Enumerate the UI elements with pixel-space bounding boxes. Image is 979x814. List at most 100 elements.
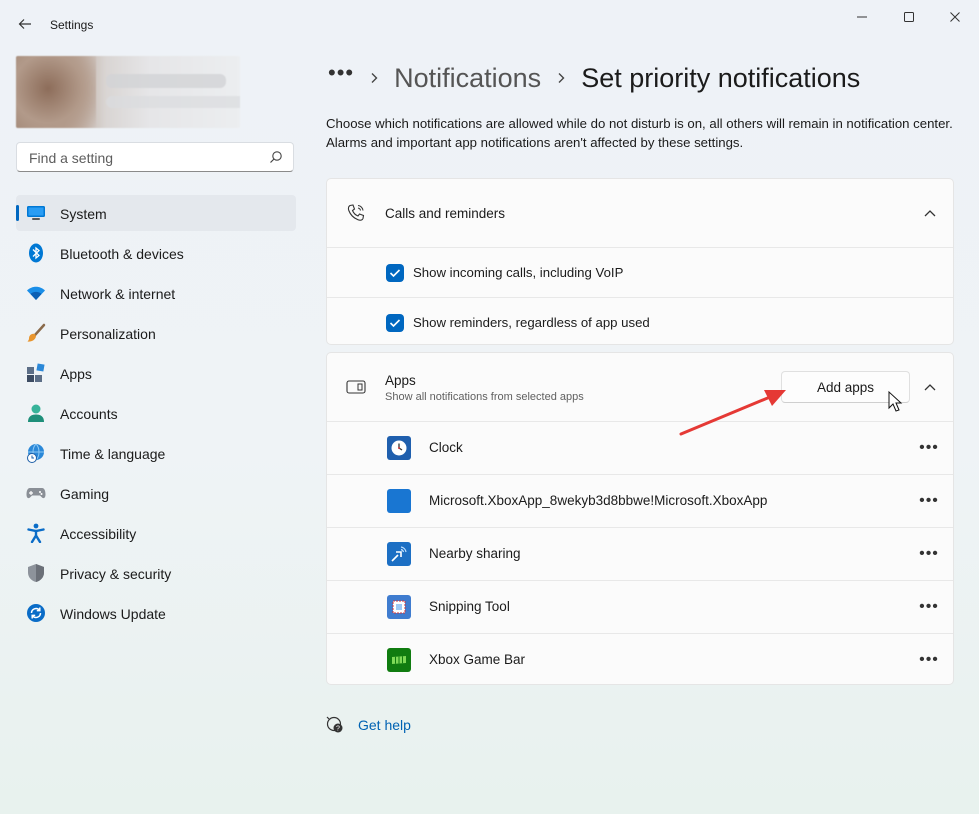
system-icon: [26, 203, 46, 223]
list-item: Xbox Game Bar •••: [327, 633, 953, 684]
calls-reminders-card: Calls and reminders Show incoming calls,…: [326, 178, 954, 345]
apps-title: Apps: [385, 373, 416, 388]
sidebar-item-label: System: [60, 206, 107, 222]
avatar: [16, 56, 96, 128]
back-button[interactable]: [12, 12, 38, 36]
apps-subtitle: Show all notifications from selected app…: [385, 391, 584, 403]
clock-icon: [387, 436, 411, 460]
more-options-button[interactable]: •••: [917, 544, 941, 564]
sidebar-item-label: Privacy & security: [60, 566, 172, 582]
bluetooth-icon: [26, 243, 46, 263]
app-name: Xbox Game Bar: [429, 652, 526, 667]
sidebar-item-accounts[interactable]: Accounts: [16, 395, 296, 431]
sidebar-item-gaming[interactable]: Gaming: [16, 475, 296, 511]
incoming-calls-option: Show incoming calls, including VoIP: [327, 247, 953, 297]
title-bar: Settings: [0, 0, 979, 48]
xbox-game-bar-icon: [387, 648, 411, 672]
sidebar-item-time-language[interactable]: Time & language: [16, 435, 296, 471]
sidebar-item-privacy[interactable]: Privacy & security: [16, 555, 296, 591]
more-options-button[interactable]: •••: [917, 597, 941, 617]
page-description: Choose which notifications are allowed w…: [326, 116, 953, 150]
app-name: Snipping Tool: [429, 599, 510, 614]
chevron-up-icon[interactable]: [923, 206, 937, 220]
more-options-button[interactable]: •••: [917, 491, 941, 511]
breadcrumb-overflow-button[interactable]: •••: [328, 60, 354, 86]
sidebar-item-label: Windows Update: [60, 606, 166, 622]
incoming-calls-checkbox[interactable]: [386, 264, 404, 282]
app-title: Settings: [50, 18, 94, 32]
user-profile[interactable]: [16, 56, 240, 128]
incoming-calls-label: Show incoming calls, including VoIP: [413, 265, 624, 280]
wifi-icon: [26, 283, 46, 303]
sidebar-item-label: Bluetooth & devices: [60, 246, 184, 262]
gamepad-icon: [26, 483, 46, 503]
more-options-button[interactable]: •••: [917, 650, 941, 670]
more-options-button[interactable]: •••: [917, 438, 941, 458]
sidebar-item-label: Apps: [60, 366, 92, 382]
app-name: Clock: [429, 440, 463, 455]
sidebar-item-network[interactable]: Network & internet: [16, 275, 296, 311]
sidebar-item-label: Accounts: [60, 406, 118, 422]
maximize-button[interactable]: [892, 6, 926, 28]
get-help-link[interactable]: ? Get help: [326, 716, 411, 734]
back-arrow-icon: [18, 19, 31, 29]
app-name: Nearby sharing: [429, 546, 521, 561]
sidebar-item-label: Gaming: [60, 486, 110, 502]
brush-icon: [26, 323, 46, 343]
reminders-option: Show reminders, regardless of app used: [327, 297, 953, 344]
calls-reminders-title: Calls and reminders: [385, 206, 506, 221]
maximize-icon: [904, 12, 914, 22]
calls-reminders-header[interactable]: Calls and reminders: [327, 179, 953, 247]
chevron-right-icon: [558, 73, 565, 83]
add-apps-button[interactable]: Add apps: [781, 371, 910, 403]
minimize-button[interactable]: [845, 6, 879, 28]
update-icon: [26, 603, 46, 623]
search-box[interactable]: [16, 142, 294, 172]
accessibility-icon: [26, 523, 46, 543]
sidebar-item-apps[interactable]: Apps: [16, 355, 296, 391]
profile-email-blurred: [106, 96, 240, 108]
reminders-checkbox[interactable]: [386, 314, 404, 332]
svg-text:?: ?: [336, 726, 340, 733]
nearby-sharing-icon: [387, 542, 411, 566]
xbox-app-icon: [387, 489, 411, 513]
get-help-label: Get help: [358, 717, 411, 733]
globe-clock-icon: [26, 443, 46, 463]
sidebar-item-label: Accessibility: [60, 526, 137, 542]
reminders-label: Show reminders, regardless of app used: [413, 315, 650, 330]
app-window-icon: [345, 376, 367, 398]
list-item: Clock •••: [327, 421, 953, 474]
sidebar-item-label: Network & internet: [60, 286, 176, 302]
close-icon: [950, 12, 960, 22]
list-item: Microsoft.XboxApp_8wekyb3d8bbwe!Microsof…: [327, 474, 953, 527]
snipping-tool-icon: [387, 595, 411, 619]
minimize-icon: [857, 16, 867, 18]
sidebar-item-system[interactable]: System: [16, 195, 296, 231]
page-title: Set priority notifications: [581, 62, 861, 93]
search-icon[interactable]: [269, 150, 283, 164]
phone-call-icon: [345, 202, 367, 224]
close-button[interactable]: [938, 6, 972, 28]
apps-header[interactable]: Apps Show all notifications from selecte…: [327, 353, 953, 421]
chevron-right-icon: [371, 73, 378, 83]
list-item: Nearby sharing •••: [327, 527, 953, 580]
apps-card: Apps Show all notifications from selecte…: [326, 352, 954, 685]
profile-name-blurred: [106, 74, 226, 88]
sidebar-item-personalization[interactable]: Personalization: [16, 315, 296, 351]
apps-icon: [26, 363, 46, 383]
sidebar-item-bluetooth[interactable]: Bluetooth & devices: [16, 235, 296, 271]
sidebar-item-accessibility[interactable]: Accessibility: [16, 515, 296, 551]
sidebar-item-windows-update[interactable]: Windows Update: [16, 595, 296, 631]
sidebar-item-label: Personalization: [60, 326, 156, 342]
breadcrumb-notifications-link[interactable]: Notifications: [394, 63, 541, 94]
breadcrumb: ••• Notifications Set priority notificat…: [328, 58, 860, 98]
chevron-up-icon[interactable]: [923, 380, 937, 394]
account-icon: [26, 403, 46, 423]
list-item: Snipping Tool •••: [327, 580, 953, 633]
search-input[interactable]: [27, 149, 261, 167]
app-name: Microsoft.XboxApp_8wekyb3d8bbwe!Microsof…: [429, 493, 768, 508]
sidebar-item-label: Time & language: [60, 446, 166, 462]
help-chat-icon: ?: [326, 716, 343, 733]
sidebar-nav: System Bluetooth & devices Network & int…: [16, 195, 296, 635]
shield-icon: [26, 563, 46, 583]
